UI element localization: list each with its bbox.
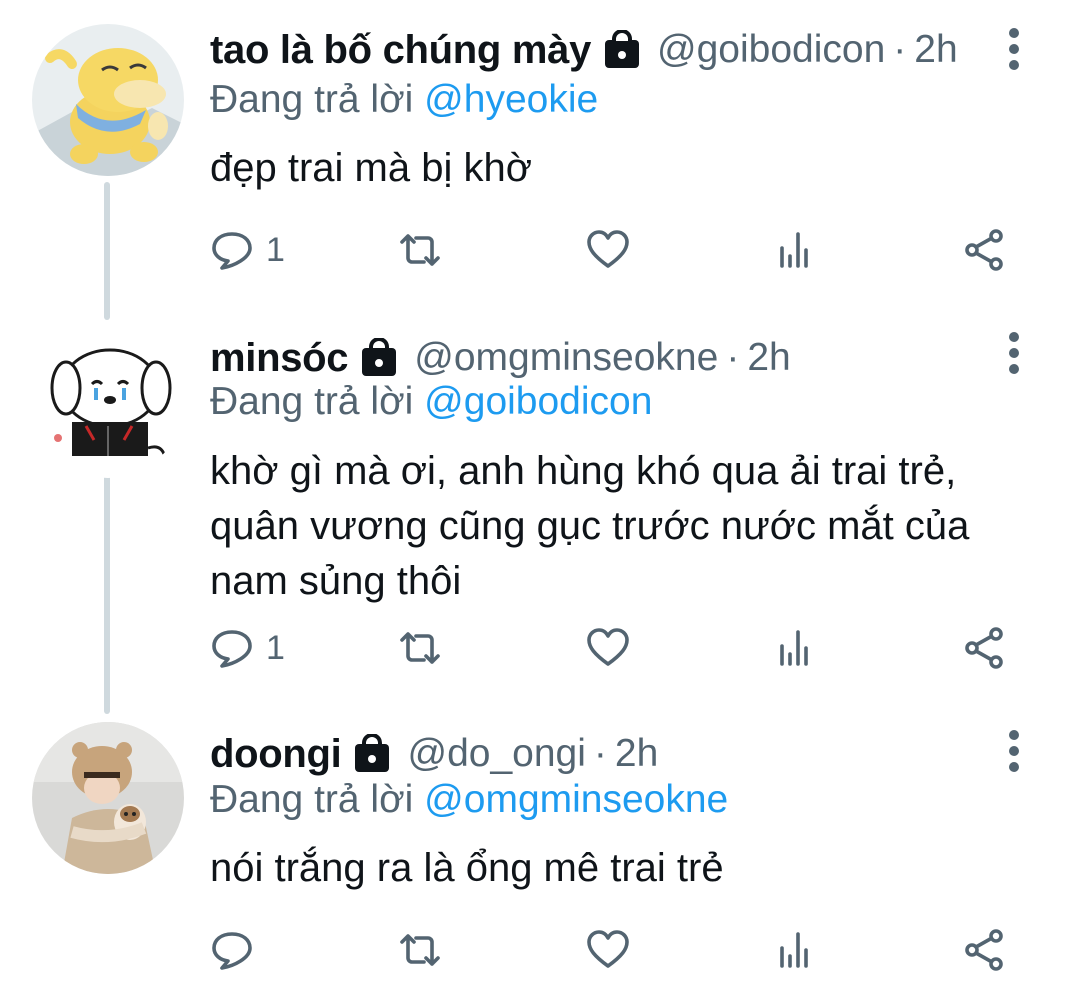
display-name[interactable]: minsóc	[210, 336, 349, 381]
avatar[interactable]	[32, 24, 184, 176]
avatar[interactable]	[32, 722, 184, 874]
retweet-button[interactable]	[398, 620, 442, 676]
user-handle[interactable]: @omgminseokne	[414, 336, 718, 380]
separator-dot: ·	[726, 336, 740, 379]
replying-to: Đang trả lời @goibodicon	[210, 380, 652, 424]
tweet-header: doongi @do_ongi · 2h	[210, 726, 658, 782]
lock-icon	[353, 734, 391, 774]
replying-to: Đang trả lời @omgminseokne	[210, 778, 728, 822]
reply-button[interactable]	[210, 922, 266, 978]
mention-link[interactable]: @goibodicon	[424, 380, 652, 423]
share-icon	[965, 627, 1003, 669]
psyduck-avatar-image	[32, 24, 184, 176]
analytics-icon	[780, 232, 808, 268]
analytics-button[interactable]	[774, 222, 818, 278]
reply-thread: tao là bố chúng mày @goibodicon · 2h Đan…	[0, 0, 1080, 1000]
analytics-icon	[780, 932, 808, 968]
heart-icon	[587, 628, 629, 666]
tweet-text: nói trắng ra là ổng mê trai trẻ	[210, 846, 724, 890]
tweet-header: minsóc @omgminseokne · 2h	[210, 330, 791, 386]
more-options-icon[interactable]	[998, 26, 1030, 72]
more-options-icon[interactable]	[998, 330, 1030, 376]
analytics-button[interactable]	[774, 922, 818, 978]
user-handle[interactable]: @goibodicon	[657, 28, 885, 72]
person-with-dog-avatar-image	[32, 722, 184, 874]
action-bar: 1	[210, 620, 1020, 676]
retweet-icon	[400, 934, 440, 966]
separator-dot: ·	[893, 28, 907, 71]
tweet[interactable]: doongi @do_ongi · 2h Đang trả lời @omgmi…	[0, 716, 1080, 1000]
retweet-button[interactable]	[398, 222, 442, 278]
analytics-button[interactable]	[774, 620, 818, 676]
timestamp[interactable]: 2h	[615, 732, 658, 776]
reply-button[interactable]: 1	[210, 620, 285, 676]
lock-icon	[360, 338, 398, 378]
separator-dot: ·	[593, 732, 607, 775]
share-button[interactable]	[962, 922, 1006, 978]
share-icon	[965, 929, 1003, 971]
reply-icon	[212, 932, 252, 970]
crying-puppy-avatar-image	[32, 326, 184, 478]
replying-to-label: Đang trả lời	[210, 78, 414, 121]
heart-icon	[587, 230, 629, 268]
retweet-icon	[400, 632, 440, 664]
reply-count: 1	[266, 628, 285, 667]
mention-link[interactable]: @hyeokie	[424, 78, 598, 121]
lock-icon	[603, 30, 641, 70]
retweet-icon	[400, 234, 440, 266]
mention-link[interactable]: @omgminseokne	[424, 778, 728, 821]
share-icon	[965, 229, 1003, 271]
display-name[interactable]: tao là bố chúng mày	[210, 28, 591, 73]
more-options-icon[interactable]	[998, 728, 1030, 774]
tweet-header: tao là bố chúng mày @goibodicon · 2h	[210, 22, 958, 78]
retweet-button[interactable]	[398, 922, 442, 978]
tweet-text: khờ gì mà ơi, anh hùng khó qua ải trai t…	[210, 449, 970, 603]
replying-to-label: Đang trả lời	[210, 778, 414, 821]
tweet[interactable]: minsóc @omgminseokne · 2h Đang trả lời @…	[0, 322, 1080, 714]
share-button[interactable]	[962, 620, 1006, 676]
action-bar	[210, 922, 1020, 978]
reply-icon	[212, 630, 252, 668]
reply-icon	[212, 232, 252, 270]
timestamp[interactable]: 2h	[914, 28, 957, 72]
timestamp[interactable]: 2h	[747, 336, 790, 380]
tweet[interactable]: tao là bố chúng mày @goibodicon · 2h Đan…	[0, 0, 1080, 320]
avatar[interactable]	[32, 326, 184, 478]
display-name[interactable]: doongi	[210, 732, 342, 777]
reply-button[interactable]: 1	[210, 222, 285, 278]
heart-icon	[587, 930, 629, 968]
user-handle[interactable]: @do_ongi	[407, 732, 585, 776]
action-bar: 1	[210, 222, 1020, 278]
replying-to: Đang trả lời @hyeokie	[210, 78, 598, 122]
tweet-text: đẹp trai mà bị khờ	[210, 146, 532, 190]
like-button[interactable]	[586, 922, 630, 978]
like-button[interactable]	[586, 222, 630, 278]
like-button[interactable]	[586, 620, 630, 676]
analytics-icon	[780, 630, 808, 666]
reply-count: 1	[266, 230, 285, 269]
share-button[interactable]	[962, 222, 1006, 278]
replying-to-label: Đang trả lời	[210, 380, 414, 423]
